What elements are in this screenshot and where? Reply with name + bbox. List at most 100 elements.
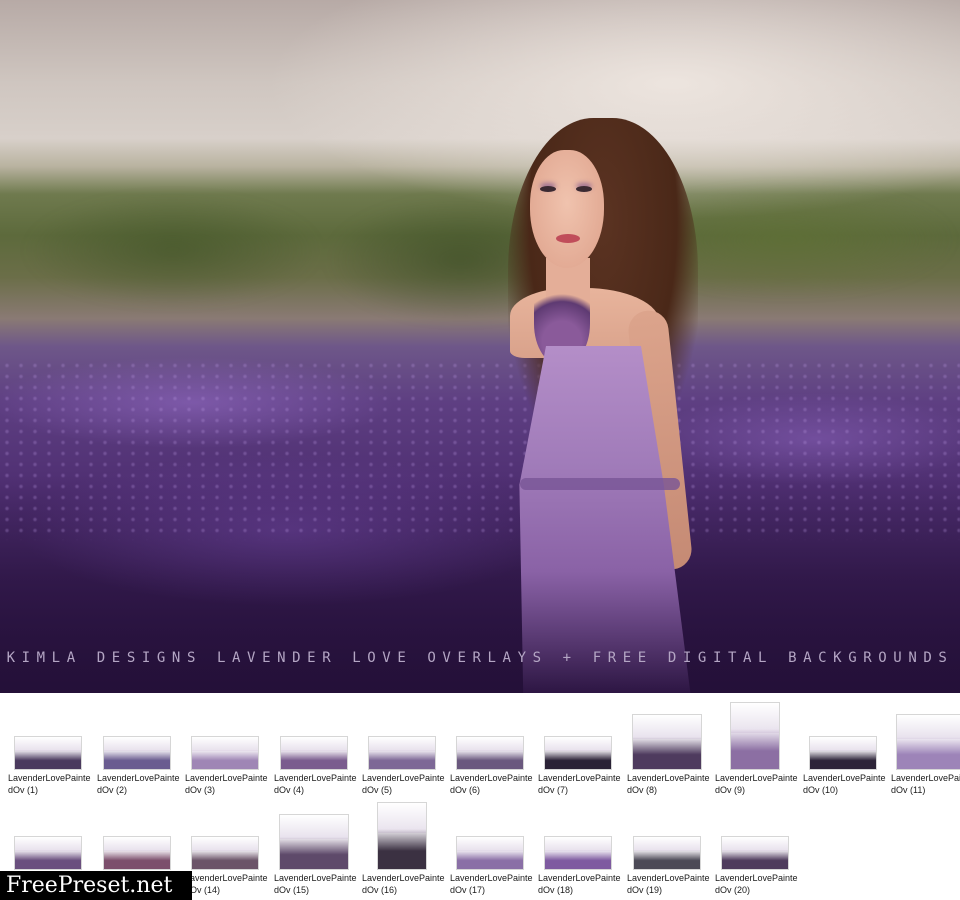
hero-caption: KIMLA DESIGNS LAVENDER LOVE OVERLAYS + F… [6,650,954,666]
thumbnail-label: LavenderLovePaintedOv (8) [627,773,710,795]
thumbnail-item[interactable]: LavenderLovePaintedOv (14) [185,800,268,900]
thumbnail-frame [715,800,795,870]
thumbnail-land [369,749,435,769]
thumbnail-label: LavenderLovePaintedOv (2) [97,773,180,795]
thumbnail-land [15,849,81,869]
thumbnail-image[interactable] [544,736,612,770]
thumbnail-item[interactable]: LavenderLovePaintedOv (20) [715,800,798,900]
thumbnail-image[interactable] [456,836,524,870]
thumbnail-frame [274,800,354,870]
hero-photo: KIMLA DESIGNS LAVENDER LOVE OVERLAYS + F… [0,0,960,693]
thumbnail-image[interactable] [191,836,259,870]
thumbnail-image[interactable] [730,702,780,770]
thumbnail-land [731,729,779,769]
thumbnail-image[interactable] [632,714,702,770]
thumbnail-label: LavenderLovePaintedOv (6) [450,773,533,795]
thumbnail-image[interactable] [103,736,171,770]
thumbnail-frame [803,700,883,770]
thumbnail-land [457,749,523,769]
thumbnail-label: LavenderLovePaintedOv (18) [538,873,621,895]
background-trees [0,150,960,350]
thumbnail-image[interactable] [191,736,259,770]
thumbnail-image[interactable] [633,836,701,870]
thumbnail-label: LavenderLovePaintedOv (14) [185,873,268,895]
thumbnail-land [104,849,170,869]
thumbnail-land [192,849,258,869]
thumbnail-land [280,836,348,869]
thumbnail-frame [8,800,88,870]
thumbnail-image[interactable] [280,736,348,770]
thumbnail-image[interactable] [721,836,789,870]
thumbnail-frame [450,700,530,770]
thumbnail-land [281,749,347,769]
thumbnail-land [104,749,170,769]
thumbnail-land [545,749,611,769]
thumbnail-frame [715,700,795,770]
watermark: FreePreset.net [0,871,192,900]
thumbnail-frame [891,700,960,770]
thumbnail-land [545,849,611,869]
thumbnail-land [810,749,876,769]
thumbnail-image[interactable] [279,814,349,870]
thumbnail-item[interactable]: LavenderLovePaintedOv (2) [97,700,180,800]
thumbnail-label: LavenderLovePaintedOv (11) [891,773,960,795]
left-eye [540,186,556,192]
thumbnail-frame [362,700,442,770]
thumbnail-label: LavenderLovePaintedOv (1) [8,773,91,795]
thumbnail-label: LavenderLovePaintedOv (7) [538,773,621,795]
thumbnail-item[interactable]: LavenderLovePaintedOv (11) [891,700,960,800]
thumbnail-label: LavenderLovePaintedOv (4) [274,773,357,795]
thumbnail-frame [97,700,177,770]
thumbnail-label: LavenderLovePaintedOv (19) [627,873,710,895]
thumbnail-image[interactable] [14,836,82,870]
thumbnail-frame [185,700,265,770]
thumbnail-item[interactable]: LavenderLovePaintedOv (6) [450,700,533,800]
thumbnail-image[interactable] [544,836,612,870]
lips [556,234,580,243]
thumbnail-image[interactable] [456,736,524,770]
thumbnail-item[interactable]: LavenderLovePaintedOv (17) [450,800,533,900]
thumbnail-land [722,849,788,869]
thumbnail-item[interactable]: LavenderLovePaintedOv (18) [538,800,621,900]
thumbnail-image[interactable] [896,714,960,770]
thumbnail-land [633,736,701,769]
thumbnail-sky [378,803,426,833]
thumbnail-land [15,749,81,769]
thumbnail-item[interactable]: LavenderLovePaintedOv (4) [274,700,357,800]
thumbnail-land [192,749,258,769]
thumbnail-sky [731,703,779,733]
thumbnail-image[interactable] [377,802,427,870]
thumbnail-image[interactable] [368,736,436,770]
thumbnail-item[interactable]: LavenderLovePaintedOv (7) [538,700,621,800]
thumbnail-frame [538,700,618,770]
thumbnail-label: LavenderLovePaintedOv (15) [274,873,357,895]
thumbnail-image[interactable] [14,736,82,770]
thumbnail-item[interactable]: LavenderLovePaintedOv (1) [8,700,91,800]
thumbnail-item[interactable]: LavenderLovePaintedOv (15) [274,800,357,900]
dress-waist [520,478,680,490]
lavender-flowers [0,360,960,540]
thumbnail-frame [627,800,707,870]
thumbnail-item[interactable]: LavenderLovePaintedOv (3) [185,700,268,800]
thumbnail-item[interactable]: LavenderLovePaintedOv (16) [362,800,445,900]
thumbnail-label: LavenderLovePaintedOv (3) [185,773,268,795]
thumbnail-image[interactable] [103,836,171,870]
right-eye [576,186,592,192]
thumbnail-item[interactable]: LavenderLovePaintedOv (8) [627,700,710,800]
thumbnail-item[interactable]: LavenderLovePaintedOv (5) [362,700,445,800]
thumbnail-item[interactable]: LavenderLovePaintedOv (19) [627,800,710,900]
thumbnail-label: LavenderLovePaintedOv (16) [362,873,445,895]
thumbnail-frame [8,700,88,770]
thumbnail-label: LavenderLovePaintedOv (5) [362,773,445,795]
thumbnail-land [378,829,426,869]
thumbnail-label: LavenderLovePaintedOv (10) [803,773,886,795]
thumbnail-frame [185,800,265,870]
thumbnail-item[interactable]: LavenderLovePaintedOv (9) [715,700,798,800]
thumbnail-item[interactable]: LavenderLovePaintedOv (10) [803,700,886,800]
thumbnail-image[interactable] [809,736,877,770]
thumbnail-frame [274,700,354,770]
face [530,150,604,268]
thumbnail-land [897,736,960,769]
thumbnail-frame [97,800,177,870]
thumbnail-frame [627,700,707,770]
